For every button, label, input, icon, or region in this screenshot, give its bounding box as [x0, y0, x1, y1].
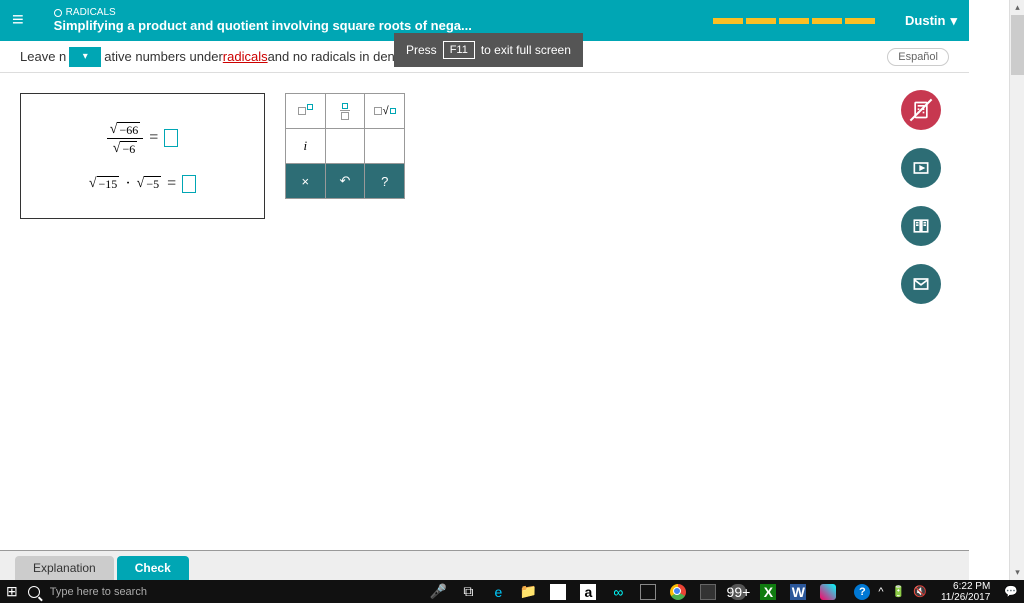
key-blank-2: [365, 129, 404, 163]
bottom-tabs: Explanation Check: [0, 550, 969, 580]
message-button[interactable]: [901, 264, 941, 304]
search-icon[interactable]: [28, 586, 40, 598]
volume-icon[interactable]: 🔇: [913, 585, 927, 598]
video-button[interactable]: [901, 148, 941, 188]
factor-a: −15: [97, 176, 120, 192]
equation-1: √−66 √−6 =: [107, 120, 179, 157]
scroll-thumb[interactable]: [1011, 15, 1024, 75]
word-icon[interactable]: W: [790, 584, 806, 600]
ebook-button[interactable]: [901, 206, 941, 246]
mail-badge-icon[interactable]: 99+: [730, 584, 746, 600]
loop-icon[interactable]: ∞: [610, 584, 626, 600]
numerator: −66: [117, 122, 140, 138]
tip-text: to exit full screen: [481, 43, 571, 57]
key-blank-1: [326, 129, 366, 163]
scroll-down-arrow[interactable]: ▾: [1010, 565, 1024, 580]
key-i[interactable]: i: [286, 129, 326, 163]
language-button[interactable]: Español: [887, 48, 949, 66]
menu-icon[interactable]: ≡: [12, 9, 24, 32]
key-exponent[interactable]: [286, 94, 326, 128]
instruction-text: ative numbers under: [104, 49, 223, 64]
mic-icon[interactable]: 🎤: [430, 584, 446, 600]
user-name: Dustin: [905, 13, 945, 28]
problem-panel: √−66 √−6 = √−15 · √−5 =: [20, 93, 265, 219]
start-button[interactable]: ⊞: [6, 583, 18, 600]
explorer-icon[interactable]: 📁: [520, 584, 536, 600]
search-input[interactable]: Type here to search: [50, 586, 147, 598]
calendar-icon[interactable]: [640, 584, 656, 600]
factor-b: −5: [144, 176, 161, 192]
excel-icon[interactable]: X: [760, 584, 776, 600]
key-fraction[interactable]: [326, 94, 366, 128]
radicals-link[interactable]: radicals: [223, 49, 268, 64]
scroll-up-arrow[interactable]: ▴: [1010, 0, 1024, 15]
store-icon[interactable]: [550, 584, 566, 600]
key-help[interactable]: ?: [365, 164, 404, 198]
vertical-scrollbar[interactable]: ▴ ▾: [1009, 0, 1024, 580]
key-delete[interactable]: ×: [286, 164, 326, 198]
task-view-icon[interactable]: ⧉: [460, 584, 476, 600]
category-label: RADICALS: [54, 7, 472, 18]
user-menu[interactable]: Dustin ▾: [905, 13, 957, 29]
chevron-down-icon: ▾: [950, 13, 957, 29]
notifications-icon[interactable]: 💬: [1004, 585, 1018, 598]
denominator: −6: [120, 141, 137, 157]
f11-key-label: F11: [443, 41, 475, 59]
calculator-icon[interactable]: [700, 584, 716, 600]
tray-caret-icon[interactable]: ^: [878, 586, 883, 598]
battery-icon[interactable]: 🔋: [892, 585, 906, 598]
key-undo[interactable]: ↶: [326, 164, 366, 198]
date-text: 11/26/2017: [941, 592, 990, 603]
calculator-disabled-icon[interactable]: [901, 90, 941, 130]
instruction-text: Leave n: [20, 49, 66, 64]
paint-icon[interactable]: [820, 584, 836, 600]
tip-text: Press: [406, 43, 437, 57]
system-tray: ? ^ 🔋 🔇 6:22 PM 11/26/2017 💬: [854, 581, 1018, 603]
clock[interactable]: 6:22 PM 11/26/2017: [941, 581, 990, 603]
time-text: 6:22 PM: [941, 581, 990, 592]
fullscreen-tooltip: Press F11 to exit full screen: [394, 33, 583, 67]
category-text: RADICALS: [66, 7, 116, 18]
explanation-tab[interactable]: Explanation: [15, 556, 114, 580]
answer-input-2[interactable]: [182, 175, 196, 193]
check-tab[interactable]: Check: [117, 556, 189, 580]
edge-icon[interactable]: e: [490, 584, 506, 600]
equation-2: √−15 · √−5 =: [89, 175, 196, 193]
instruction-dropdown[interactable]: ▾: [69, 47, 101, 67]
circle-icon: [54, 9, 62, 17]
key-sqrt[interactable]: √: [365, 94, 404, 128]
answer-input-1[interactable]: [164, 129, 178, 147]
progress-indicator: [713, 18, 875, 24]
math-keypad: √ i × ↶ ?: [285, 93, 405, 219]
page-title: Simplifying a product and quotient invol…: [54, 19, 472, 33]
chrome-icon[interactable]: [670, 584, 686, 600]
amazon-icon[interactable]: a: [580, 584, 596, 600]
side-toolbar: [901, 90, 941, 304]
windows-taskbar: ⊞ Type here to search 🎤 ⧉ e 📁 a ∞ 99+ X …: [0, 580, 1024, 603]
help-icon[interactable]: ?: [854, 584, 870, 600]
